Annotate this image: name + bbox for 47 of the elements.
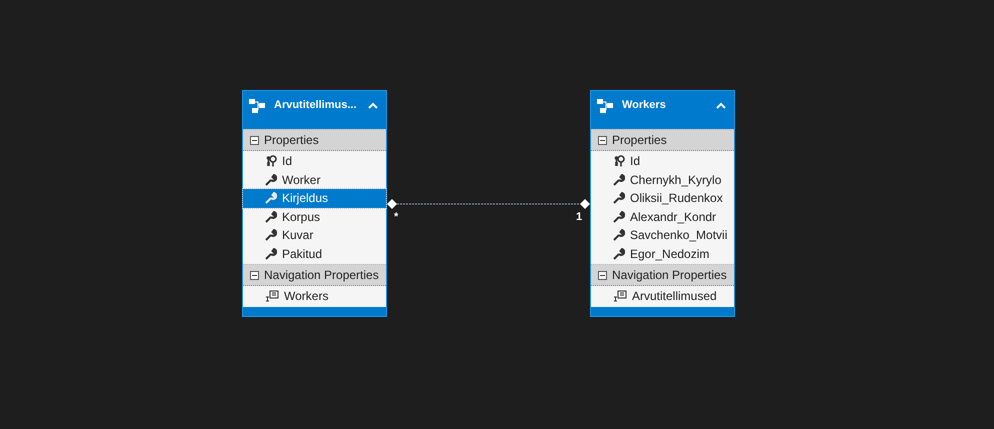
wrench-icon bbox=[613, 248, 625, 260]
property-row[interactable]: Arvutitellimused bbox=[591, 287, 734, 306]
property-row[interactable]: Egor_Nedozim bbox=[591, 244, 734, 263]
entity-icon bbox=[249, 98, 266, 112]
expander-icon[interactable] bbox=[598, 136, 607, 144]
wrench-icon bbox=[265, 248, 277, 260]
property-row[interactable]: Kirjeldus bbox=[243, 189, 386, 208]
navigation-property-icon bbox=[613, 290, 627, 302]
key-icon bbox=[265, 155, 277, 168]
wrench-icon bbox=[613, 229, 625, 242]
multiplicity-label: * bbox=[394, 210, 398, 225]
section-title: Navigation Properties bbox=[612, 267, 727, 284]
entity-box[interactable]: Arvutitellimus... Properties Id Worker Kirjeldus Korpus Kuvar Pakitud Navigation Properties Workers bbox=[242, 90, 387, 316]
property-row[interactable]: Korpus bbox=[243, 208, 386, 226]
entity-icon bbox=[597, 98, 614, 112]
property-row[interactable]: Kuvar bbox=[243, 226, 386, 244]
section-title: Properties bbox=[612, 132, 667, 149]
collapse-icon[interactable] bbox=[368, 102, 378, 109]
property-row[interactable]: Chernykh_Kyrylo bbox=[591, 170, 734, 189]
property-row[interactable]: Id bbox=[591, 152, 734, 170]
section-title: Navigation Properties bbox=[264, 267, 379, 284]
property-row[interactable]: Savchenko_Motvii bbox=[591, 226, 734, 244]
association-connector[interactable] bbox=[387, 199, 590, 209]
wrench-icon bbox=[613, 210, 625, 223]
entity-box[interactable]: Workers Properties Id Chernykh_Kyrylo Oliksii_Rudenkox Alexandr_Kondr Savchenko_Motvii Egor_Nedozim Navigation Properties Arvutitellimused bbox=[590, 90, 735, 316]
property-row[interactable]: Workers bbox=[243, 287, 386, 306]
property-row[interactable]: Worker bbox=[243, 170, 386, 189]
key-icon bbox=[613, 155, 625, 168]
property-row[interactable]: Id bbox=[243, 152, 386, 170]
entity-title: Workers bbox=[622, 98, 667, 114]
expander-icon[interactable] bbox=[598, 270, 607, 280]
wrench-icon bbox=[265, 174, 277, 186]
navigation-property-icon bbox=[265, 290, 279, 302]
wrench-icon bbox=[613, 174, 625, 186]
collapse-icon[interactable] bbox=[716, 102, 726, 109]
multiplicity-label: 1 bbox=[576, 210, 582, 225]
property-row[interactable]: Oliksii_Rudenkox bbox=[591, 189, 734, 208]
section-title: Properties bbox=[264, 132, 319, 149]
wrench-icon bbox=[265, 192, 277, 204]
expander-icon[interactable] bbox=[250, 270, 259, 280]
property-row[interactable]: Alexandr_Kondr bbox=[591, 208, 734, 226]
wrench-icon bbox=[265, 210, 277, 223]
expander-icon[interactable] bbox=[250, 136, 259, 144]
entity-title: Arvutitellimus... bbox=[274, 98, 358, 114]
wrench-icon bbox=[265, 229, 277, 242]
wrench-icon bbox=[613, 192, 625, 204]
property-row[interactable]: Pakitud bbox=[243, 244, 386, 263]
